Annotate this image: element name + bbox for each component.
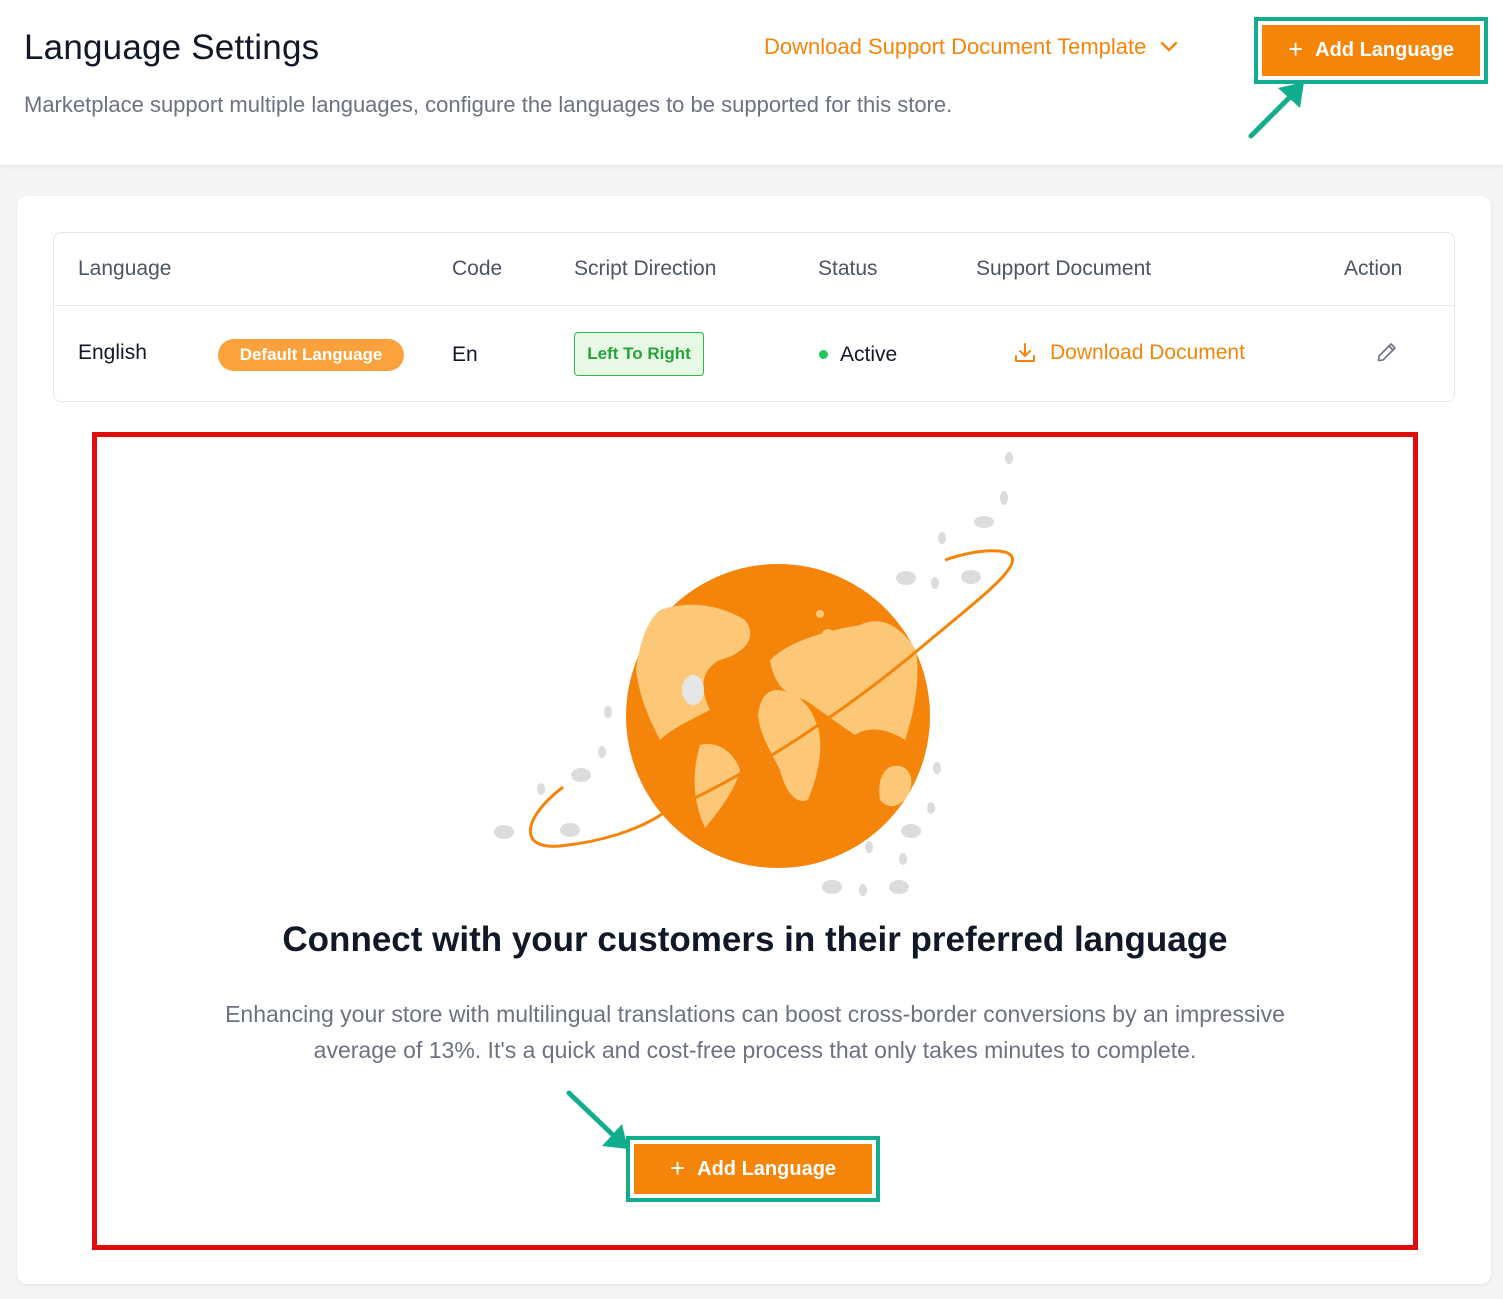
- add-language-label: Add Language: [697, 1157, 837, 1180]
- script-direction-badge: Left To Right: [574, 332, 704, 376]
- pencil-icon[interactable]: [1376, 341, 1398, 363]
- column-header-action: Action: [1344, 257, 1403, 280]
- default-language-badge: Default Language: [218, 339, 404, 371]
- status-dot-icon: [819, 350, 828, 359]
- languages-table: Language Code Script Direction Status Su…: [53, 232, 1455, 402]
- column-header-script-direction: Script Direction: [574, 257, 717, 280]
- chevron-down-icon: [1161, 41, 1178, 52]
- empty-state-description: Enhancing your store with multilingual t…: [225, 1001, 1285, 1063]
- download-icon: [1015, 343, 1035, 362]
- table-header: Language Code Script Direction Status Su…: [54, 233, 1454, 306]
- globe-illustration: [494, 452, 1014, 896]
- header-add-language-button[interactable]: + Add Language: [1262, 25, 1480, 76]
- page-subtitle: Marketplace support multiple languages, …: [24, 92, 953, 117]
- column-header-code: Code: [452, 257, 503, 280]
- download-document-label: Download Document: [1050, 341, 1245, 364]
- column-header-support-document: Support Document: [976, 257, 1152, 280]
- column-header-status: Status: [818, 257, 878, 280]
- download-document-link[interactable]: Download Document: [1014, 341, 1245, 365]
- status-text: Active: [840, 343, 898, 366]
- plus-icon: +: [1287, 34, 1304, 64]
- language-name: English: [78, 341, 147, 364]
- download-template-dropdown[interactable]: Download Support Document Template: [764, 34, 1178, 60]
- add-language-label: Add Language: [1315, 39, 1455, 61]
- download-template-label: Download Support Document Template: [764, 34, 1147, 59]
- column-header-language: Language: [78, 257, 172, 280]
- plus-icon: +: [669, 1152, 686, 1183]
- empty-state-title: Connect with your customers in their pre…: [282, 920, 1228, 959]
- empty-state-add-language-button[interactable]: + Add Language: [634, 1144, 872, 1194]
- language-code: En: [452, 343, 478, 366]
- page-title: Language Settings: [24, 28, 320, 67]
